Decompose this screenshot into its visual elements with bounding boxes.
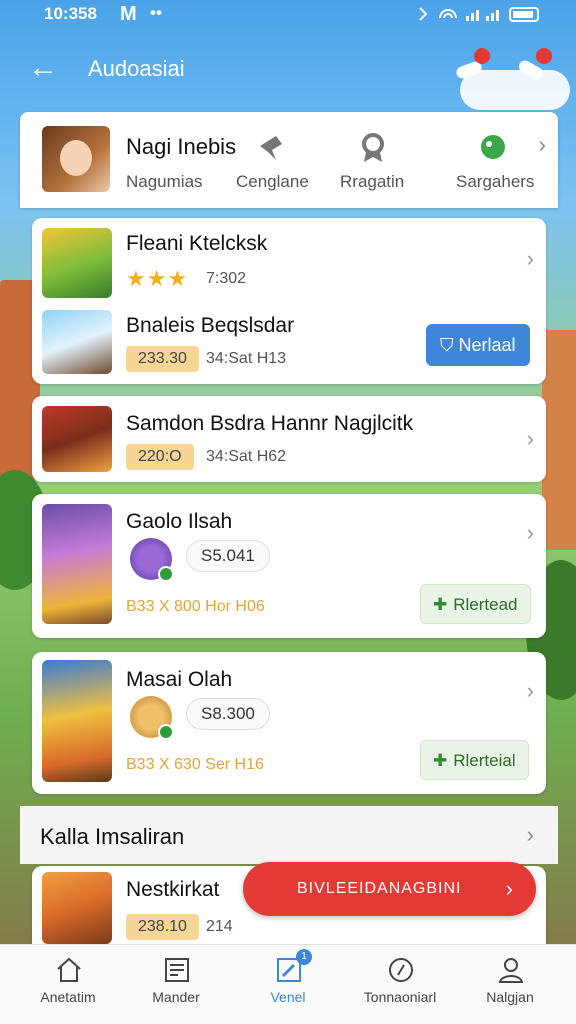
install-button[interactable]: ⛉ Nerlaal: [426, 324, 530, 366]
game-meta: 34:Sat H62: [206, 448, 287, 465]
background-house: [542, 330, 576, 550]
game-thumbnail: [42, 406, 112, 472]
chevron-right-icon: ›: [505, 876, 514, 901]
developer-avatar: [130, 538, 174, 582]
add-button[interactable]: ✚ Rlerteial: [420, 740, 529, 780]
profile-tab[interactable]: Nagumias: [126, 172, 203, 192]
status-bar: 10:358 M ••: [0, 0, 576, 30]
plus-icon: ✚: [433, 751, 448, 770]
game-thumbnail: [42, 872, 112, 944]
news-icon: [165, 958, 189, 982]
profile-tab[interactable]: Rragatin: [340, 172, 404, 192]
signal-wifi-battery-icon: [419, 7, 539, 22]
price-tag: S5.041: [186, 540, 270, 572]
bone-notification-icon[interactable]: [452, 48, 492, 88]
treat-notification-icon[interactable]: [514, 48, 554, 88]
nav-item-edit[interactable]: 1 Venel: [240, 945, 336, 1024]
status-dots: ••: [150, 3, 162, 22]
chevron-right-icon[interactable]: ›: [527, 678, 534, 704]
game-meta: 214: [206, 918, 233, 935]
pin-icon: [260, 136, 282, 160]
game-card[interactable]: Fleani Ktelcksk ★★★ 7:302 › Bnaleis Beqs…: [32, 218, 546, 384]
chevron-right-icon[interactable]: ›: [527, 520, 534, 546]
nav-item-home[interactable]: Anetatim: [20, 945, 116, 1024]
chevron-right-icon[interactable]: ›: [527, 426, 534, 452]
section-header[interactable]: Kalla Imsaliran ›: [20, 806, 558, 864]
chevron-right-icon[interactable]: ›: [539, 132, 546, 158]
page-title: Audoasiai: [88, 56, 185, 81]
price-pill: 233.30: [126, 346, 199, 372]
game-meta: B33 X 800 Hor H06: [126, 598, 265, 615]
game-title: Nestkirkat: [126, 878, 220, 901]
price-pill: 220:O: [126, 444, 194, 470]
game-thumbnail: [42, 504, 112, 624]
game-card[interactable]: Masai Olah S8.300 B33 X 630 Ser H16 ✚ Rle…: [32, 652, 546, 794]
app-header: ← Audoasiai: [0, 38, 576, 100]
game-title: Samdon Bsdra Hannr Nagjlcitk: [126, 412, 414, 435]
avatar[interactable]: [42, 126, 110, 192]
game-title: Bnaleis Beqslsdar: [126, 314, 295, 337]
profile-card: Nagi Inebis Nagumias Cenglane Rragatin S…: [20, 112, 558, 208]
back-arrow-icon[interactable]: ←: [28, 48, 68, 88]
game-meta: 34:Sat H13: [206, 350, 287, 367]
leaf-icon: [481, 135, 505, 159]
game-thumbnail: [42, 228, 112, 298]
nav-badge: 1: [296, 949, 312, 965]
developer-avatar: [130, 696, 174, 740]
price-tag: S8.300: [186, 698, 270, 730]
plus-icon: ✚: [433, 595, 448, 614]
status-time: 10:358: [44, 4, 97, 23]
bottom-nav: Anetatim Mander 1 Venel Tonnaoniarl Nalg…: [0, 944, 576, 1024]
nav-item-refresh[interactable]: Tonnaoniarl: [352, 945, 448, 1024]
game-title: Gaolo Ilsah: [126, 510, 233, 533]
game-meta: B33 X 630 Ser H16: [126, 756, 264, 773]
price-pill: 238.10: [126, 914, 199, 940]
shield-icon: ⛉: [440, 335, 459, 355]
nav-item-news[interactable]: Mander: [128, 945, 224, 1024]
user-icon: [498, 958, 524, 983]
game-title: Fleani Ktelcksk: [126, 232, 268, 255]
game-thumbnail: [42, 310, 112, 374]
game-card[interactable]: Samdon Bsdra Hannr Nagjlcitk 220:O 34:Sa…: [32, 396, 546, 482]
star-rating-icon: ★★★: [126, 266, 189, 291]
profile-tab[interactable]: Sargahers: [456, 172, 534, 192]
status-icons: [416, 4, 546, 28]
refresh-icon: [389, 958, 413, 982]
game-card[interactable]: Gaolo Ilsah S5.041 B33 X 800 Hor H06 ✚ Rl…: [32, 494, 546, 638]
nav-item-profile[interactable]: Nalgjan: [462, 945, 558, 1024]
profile-name: Nagi Inebis: [126, 134, 237, 159]
game-title: Masai Olah: [126, 668, 233, 691]
add-button[interactable]: ✚ Rlertead: [420, 584, 531, 624]
rating-text: 7:302: [206, 270, 247, 287]
profile-tab[interactable]: Cenglane: [236, 172, 309, 192]
game-thumbnail: [42, 660, 112, 782]
chevron-right-icon[interactable]: ›: [527, 246, 534, 272]
section-title: Kalla Imsaliran: [40, 824, 185, 849]
home-icon: [57, 957, 81, 982]
ribbon-icon: [362, 133, 384, 162]
floating-cta-button[interactable]: BIVLEEIDANAGBINI ›: [243, 862, 536, 916]
status-carrier: M: [120, 3, 137, 25]
chevron-right-icon[interactable]: ›: [527, 822, 534, 848]
